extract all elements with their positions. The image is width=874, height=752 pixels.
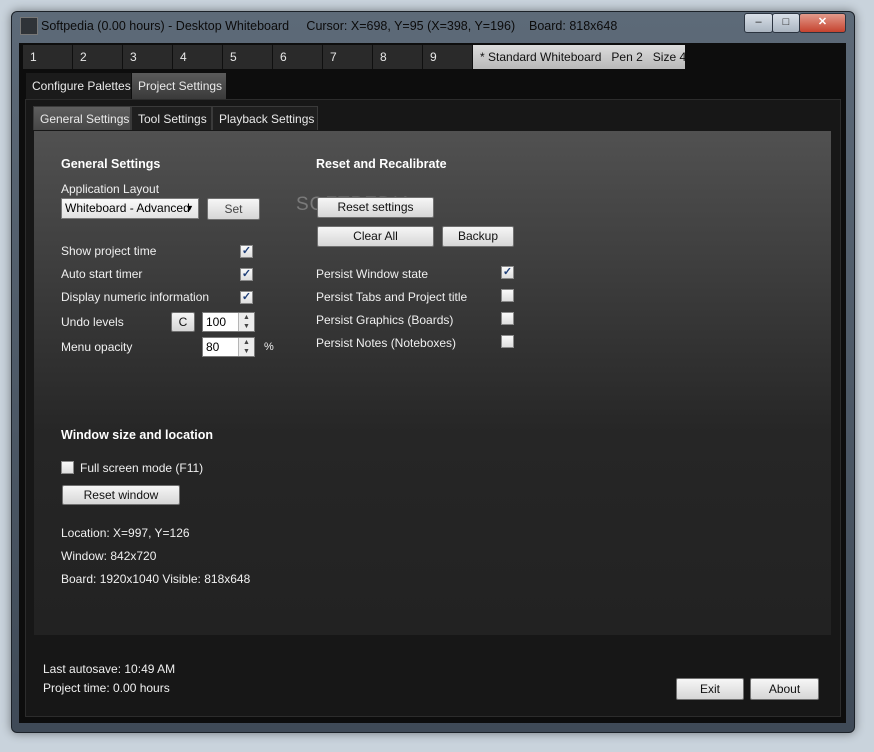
board-tab-7[interactable]: 7 xyxy=(323,45,373,69)
spinner-arrows-icon[interactable]: ▲ ▼ xyxy=(238,338,254,356)
menu-opacity-value: 80 xyxy=(206,340,220,354)
undo-clear-button[interactable]: C xyxy=(171,312,195,332)
tab-general-settings[interactable]: General Settings xyxy=(33,106,131,130)
fullscreen-label: Full screen mode (F11) xyxy=(80,461,204,475)
persist-graphics-label: Persist Graphics (Boards) xyxy=(316,313,454,327)
tab-configure-palettes[interactable]: Configure Palettes xyxy=(26,73,131,99)
board-size-text: Board: 1920x1040 Visible: 818x648 xyxy=(61,572,251,586)
show-project-time-label: Show project time xyxy=(61,244,157,258)
location-text: Location: X=997, Y=126 xyxy=(61,526,190,540)
window-size-text: Window: 842x720 xyxy=(61,549,157,563)
board-tab-9[interactable]: 9 xyxy=(423,45,473,69)
undo-levels-value: 100 xyxy=(206,315,227,329)
chevron-down-icon: ▼ xyxy=(185,203,194,213)
persist-window-checkbox[interactable]: ✓ xyxy=(501,266,514,279)
auto-start-timer-checkbox[interactable]: ✓ xyxy=(240,268,253,281)
app-icon xyxy=(20,17,38,35)
reset-window-button[interactable]: Reset window xyxy=(62,485,180,505)
undo-levels-label: Undo levels xyxy=(61,315,124,329)
last-autosave-text: Last autosave: 10:49 AM xyxy=(43,662,176,676)
window-title: Softpedia (0.00 hours) - Desktop Whitebo… xyxy=(41,19,618,33)
application-layout-label: Application Layout xyxy=(61,182,160,196)
fullscreen-checkbox[interactable] xyxy=(61,461,74,474)
maximize-button[interactable]: □ xyxy=(772,13,800,33)
board-tab-5[interactable]: 5 xyxy=(223,45,273,69)
persist-notes-label: Persist Notes (Noteboxes) xyxy=(316,336,457,350)
tab-playback-settings[interactable]: Playback Settings xyxy=(212,106,318,130)
project-time-text: Project time: 0.00 hours xyxy=(43,681,170,695)
persist-tabs-checkbox[interactable] xyxy=(501,289,514,302)
board-tab-6[interactable]: 6 xyxy=(273,45,323,69)
show-project-time-checkbox[interactable]: ✓ xyxy=(240,245,253,258)
persist-graphics-checkbox[interactable] xyxy=(501,312,514,325)
board-tab-4[interactable]: 4 xyxy=(173,45,223,69)
exit-button[interactable]: Exit xyxy=(676,678,744,700)
board-tab-8[interactable]: 8 xyxy=(373,45,423,69)
board-tab-3[interactable]: 3 xyxy=(123,45,173,69)
reset-heading: Reset and Recalibrate xyxy=(316,157,447,171)
application-layout-value: Whiteboard - Advanced xyxy=(65,201,190,215)
display-numeric-checkbox[interactable]: ✓ xyxy=(240,291,253,304)
clear-all-button[interactable]: Clear All xyxy=(317,226,434,247)
undo-levels-stepper[interactable]: 100 ▲ ▼ xyxy=(202,312,255,332)
reset-settings-button[interactable]: Reset settings xyxy=(317,197,434,218)
window-size-heading: Window size and location xyxy=(61,428,213,442)
persist-window-label: Persist Window state xyxy=(316,267,429,281)
tab-tool-settings[interactable]: Tool Settings xyxy=(131,106,212,130)
board-tab-active[interactable]: * Standard Whiteboard Pen 2 Size 4 xyxy=(473,45,686,69)
general-settings-heading: General Settings xyxy=(61,157,161,171)
set-layout-button[interactable]: Set xyxy=(207,198,260,220)
about-button[interactable]: About xyxy=(750,678,819,700)
persist-notes-checkbox[interactable] xyxy=(501,335,514,348)
spinner-arrows-icon[interactable]: ▲ ▼ xyxy=(238,313,254,331)
board-tab-2[interactable]: 2 xyxy=(73,45,123,69)
menu-opacity-stepper[interactable]: 80 ▲ ▼ xyxy=(202,337,255,357)
minimize-button[interactable]: – xyxy=(744,13,773,33)
opacity-unit: % xyxy=(264,341,274,353)
board-tab-1[interactable]: 1 xyxy=(23,45,73,69)
tab-project-settings[interactable]: Project Settings xyxy=(132,73,226,99)
close-button[interactable]: ✕ xyxy=(799,13,846,33)
menu-opacity-label: Menu opacity xyxy=(61,340,133,354)
display-numeric-label: Display numeric information xyxy=(61,290,210,304)
auto-start-timer-label: Auto start timer xyxy=(61,267,143,281)
backup-button[interactable]: Backup xyxy=(442,226,514,247)
persist-tabs-label: Persist Tabs and Project title xyxy=(316,290,468,304)
application-layout-select[interactable]: Whiteboard - Advanced ▼ xyxy=(61,198,199,219)
